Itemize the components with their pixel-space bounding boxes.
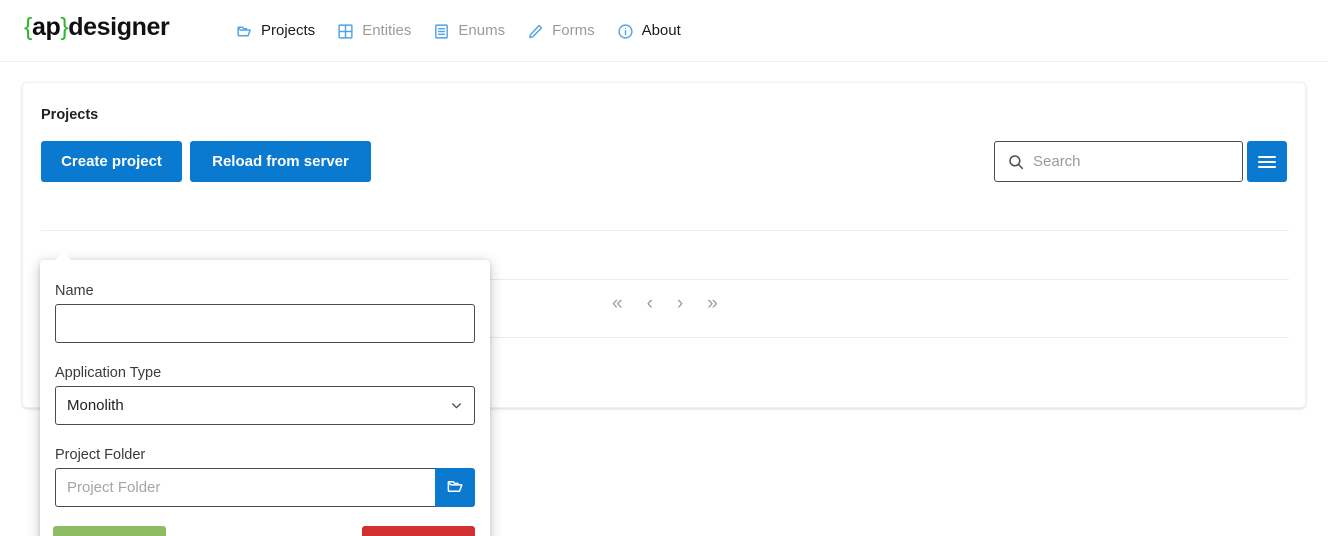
- nav-item-projects-label: Projects: [261, 22, 316, 39]
- application-type-select[interactable]: Monolith: [55, 386, 475, 425]
- search-input[interactable]: [1025, 142, 1242, 181]
- page-body: Projects Create project Reload from serv…: [0, 63, 1328, 536]
- cancel-button[interactable]: Cancel: [362, 526, 475, 536]
- nav-item-enums[interactable]: Enums: [433, 21, 505, 41]
- search-box[interactable]: [994, 141, 1243, 182]
- nav-item-projects[interactable]: Projects: [236, 21, 315, 41]
- pagination-prev-button[interactable]: ‹: [647, 293, 653, 315]
- grid-icon: [337, 23, 354, 40]
- browse-folder-button[interactable]: [435, 468, 475, 507]
- search-icon: [1007, 153, 1025, 171]
- dropdown-caret: [54, 252, 72, 261]
- create-project-dropdown: Name Application Type Monolith Project F…: [40, 252, 490, 536]
- nav-item-about-label: About: [641, 22, 681, 39]
- nav-item-forms[interactable]: Forms: [527, 21, 595, 41]
- logo-ap: ap: [31, 13, 61, 41]
- application-type-label: Application Type: [55, 365, 162, 381]
- logo-designer: designer: [68, 13, 170, 41]
- nav-item-enums-label: Enums: [458, 22, 506, 39]
- list-document-icon: [433, 23, 450, 40]
- application-type-select-wrap: Monolith: [55, 386, 475, 425]
- project-folder-row: [55, 468, 475, 507]
- pagination-next-button[interactable]: ›: [677, 293, 683, 315]
- logo-brace-open: {: [24, 13, 32, 41]
- name-input[interactable]: [55, 304, 475, 343]
- pencil-icon: [527, 23, 544, 40]
- name-field-label: Name: [55, 283, 94, 299]
- pagination: « ‹ › »: [612, 293, 718, 315]
- pagination-last-button[interactable]: »: [707, 293, 718, 315]
- page-title: Projects: [41, 107, 99, 123]
- top-navbar: {ap}designer Projects Entities Enums For…: [0, 0, 1328, 62]
- table-divider: [41, 230, 1289, 231]
- pagination-first-button[interactable]: «: [612, 293, 623, 315]
- create-project-button[interactable]: Create project: [41, 141, 182, 182]
- folder-open-icon: [446, 477, 465, 499]
- folder-open-icon: [236, 23, 253, 40]
- table-menu-button[interactable]: [1247, 141, 1287, 182]
- project-folder-label: Project Folder: [55, 447, 146, 463]
- nav-item-entities[interactable]: Entities: [337, 21, 411, 41]
- reload-from-server-button[interactable]: Reload from server: [190, 141, 371, 182]
- hamburger-icon: [1258, 153, 1276, 171]
- projects-toolbar: Create project Reload from server: [41, 141, 1287, 183]
- create-button[interactable]: Create: [53, 526, 166, 536]
- nav-item-forms-label: Forms: [552, 22, 595, 39]
- nav-item-about[interactable]: About: [617, 21, 681, 41]
- nav-links: Projects Entities Enums Forms About: [236, 0, 681, 62]
- project-folder-input[interactable]: [55, 468, 435, 507]
- info-circle-icon: [617, 23, 634, 40]
- app-logo[interactable]: {ap}designer: [24, 12, 170, 42]
- nav-item-entities-label: Entities: [362, 22, 412, 39]
